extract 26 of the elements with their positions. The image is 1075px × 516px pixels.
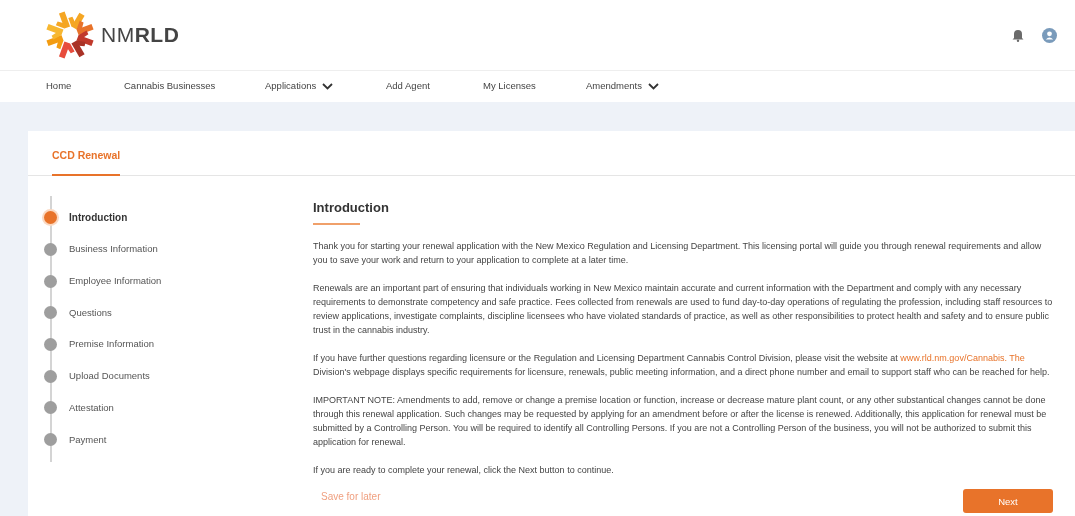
user-avatar-icon[interactable]	[1042, 27, 1057, 43]
nav-link[interactable]: Cannabis Businesses	[124, 79, 216, 94]
nav-link[interactable]: My Licenses	[483, 79, 536, 94]
nav-link[interactable]: Home	[46, 79, 72, 94]
step-link[interactable]: Introduction	[69, 210, 128, 226]
step-link[interactable]: Attestation	[69, 400, 114, 416]
step-link[interactable]: Questions	[69, 305, 112, 321]
nav-link[interactable]: Applications	[265, 79, 334, 94]
logo-icon	[43, 8, 97, 62]
step-link[interactable]: Payment	[69, 432, 107, 447]
paragraph: If you are ready to complete your renewal, click the Next button to continue.	[313, 463, 615, 477]
paragraph: If you have further questions regarding licensure or the Regulation and Licensing Department Cannabis Control Division, please visit the website at www.rld.nm.gov/Cannabis. The Division's webpage displays specific requirements for licensure, renewals, public meeting information, and a direct phone number and email to support staff who can be reached for help.	[313, 351, 1051, 379]
nav-link[interactable]: Add Agent	[386, 79, 430, 94]
paragraph: IMPORTANT NOTE: Amendments to add, remove or change a premise location or function, increase or decrease mature plant count, or any other substantical changes cannot be done through this renewal application. Such changes may be requested by applying for an amendment before or after the license is renewed. Additionally, this application for renewal must be submitted by a Controlling Person. You will be required to identify all Controlling Persons. If you are not a Controlling Person of the business, you will not be authorized to submit this application for renewal.	[313, 393, 1048, 449]
chevron-down-icon	[322, 83, 334, 90]
chevron-down-icon	[648, 83, 659, 90]
bell-icon[interactable]	[1012, 28, 1024, 42]
section-title: Introduction	[313, 199, 389, 217]
paragraph: Thank you for starting your renewal application with the New Mexico Regulation and Licensing Department. This licensing portal will guide you through renewal requirements and allow you to save your work and return to your application to complete at a later time.	[313, 239, 1043, 267]
logo-text: NMRLD	[101, 22, 180, 49]
nav-link[interactable]: Amendments	[586, 79, 659, 94]
paragraph: Renewals are an important part of ensuring that individuals working in New Mexico maintain accurate and current information with the Department and comply with any necessary requirements to demonstrate competency and safe practice. Fees collected from renewals are used to fund day-to-day operations of regulating the profession, including staff resources to review applications, investigate complaints, discipline licensees who have violated standards of practice, as well as other responsibilities to protect health and safety and to ensure public trust in the cannabis industry.	[313, 281, 1053, 337]
step-link[interactable]: Employee Information	[69, 274, 162, 289]
step-link[interactable]: Upload Documents	[69, 369, 150, 384]
step-link[interactable]: Business Information	[69, 242, 158, 257]
step-link[interactable]: Premise Information	[69, 337, 154, 352]
